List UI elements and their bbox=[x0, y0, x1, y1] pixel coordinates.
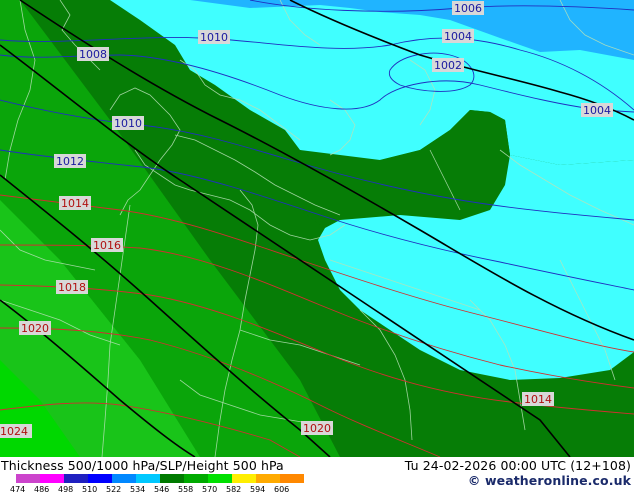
valid-time: Tu 24-02-2026 00:00 UTC (12+108) bbox=[404, 458, 631, 473]
svg-text:1012: 1012 bbox=[56, 155, 84, 168]
isobar-label: 1002 bbox=[432, 58, 464, 72]
thickness-map: 1006 1004 1002 1004 1010 1008 1010 1012 … bbox=[0, 0, 634, 457]
svg-text:1016: 1016 bbox=[93, 239, 121, 252]
svg-text:1008: 1008 bbox=[79, 48, 107, 61]
svg-text:1018: 1018 bbox=[58, 281, 86, 294]
credit-link[interactable]: © weatheronline.co.uk bbox=[468, 473, 631, 488]
scale-swatch bbox=[256, 474, 280, 483]
svg-text:1020: 1020 bbox=[303, 422, 331, 435]
svg-text:1010: 1010 bbox=[200, 31, 228, 44]
svg-text:1010: 1010 bbox=[114, 117, 142, 130]
scale-swatch bbox=[64, 474, 88, 483]
isobar-label: 1008 bbox=[77, 47, 109, 61]
scale-swatch bbox=[136, 474, 160, 483]
map-footer: Thickness 500/1000 hPa/SLP/Height 500 hP… bbox=[0, 457, 634, 494]
svg-text:1004: 1004 bbox=[583, 104, 611, 117]
isobar-label: 1010 bbox=[198, 30, 230, 44]
isobar-label: 1004 bbox=[581, 103, 613, 117]
svg-text:1014: 1014 bbox=[61, 197, 89, 210]
isobar-label: 1014 bbox=[59, 196, 91, 210]
svg-text:1004: 1004 bbox=[444, 30, 472, 43]
scale-swatch bbox=[160, 474, 184, 483]
isobar-label: 1024 bbox=[0, 424, 32, 438]
isobar-label: 1018 bbox=[56, 280, 88, 294]
svg-text:1002: 1002 bbox=[434, 59, 462, 72]
color-scale: 474 486 498 510 522 534 546 558 570 582 594 606 bbox=[2, 474, 304, 494]
map-title: Thickness 500/1000 hPa/SLP/Height 500 hP… bbox=[1, 458, 284, 473]
scale-swatch bbox=[184, 474, 208, 483]
scale-swatch bbox=[280, 474, 304, 483]
isobar-label: 1012 bbox=[54, 154, 86, 168]
scale-swatch bbox=[40, 474, 64, 483]
scale-swatch bbox=[16, 474, 40, 483]
scale-swatch bbox=[232, 474, 256, 483]
scale-swatch bbox=[112, 474, 136, 483]
isobar-label: 1010 bbox=[112, 116, 144, 130]
svg-text:1006: 1006 bbox=[454, 2, 482, 15]
svg-text:1024: 1024 bbox=[0, 425, 28, 438]
isobar-label: 1006 bbox=[452, 1, 484, 15]
scale-swatch bbox=[208, 474, 232, 483]
isobar-label: 1020 bbox=[19, 321, 51, 335]
isobar-label: 1016 bbox=[91, 238, 123, 252]
scale-swatch bbox=[88, 474, 112, 483]
isobar-label: 1014 bbox=[522, 392, 554, 406]
isobar-label: 1004 bbox=[442, 29, 474, 43]
weather-map-frame: 1006 1004 1002 1004 1010 1008 1010 1012 … bbox=[0, 0, 634, 494]
isobar-label: 1020 bbox=[301, 421, 333, 435]
svg-text:1014: 1014 bbox=[524, 393, 552, 406]
svg-text:1020: 1020 bbox=[21, 322, 49, 335]
